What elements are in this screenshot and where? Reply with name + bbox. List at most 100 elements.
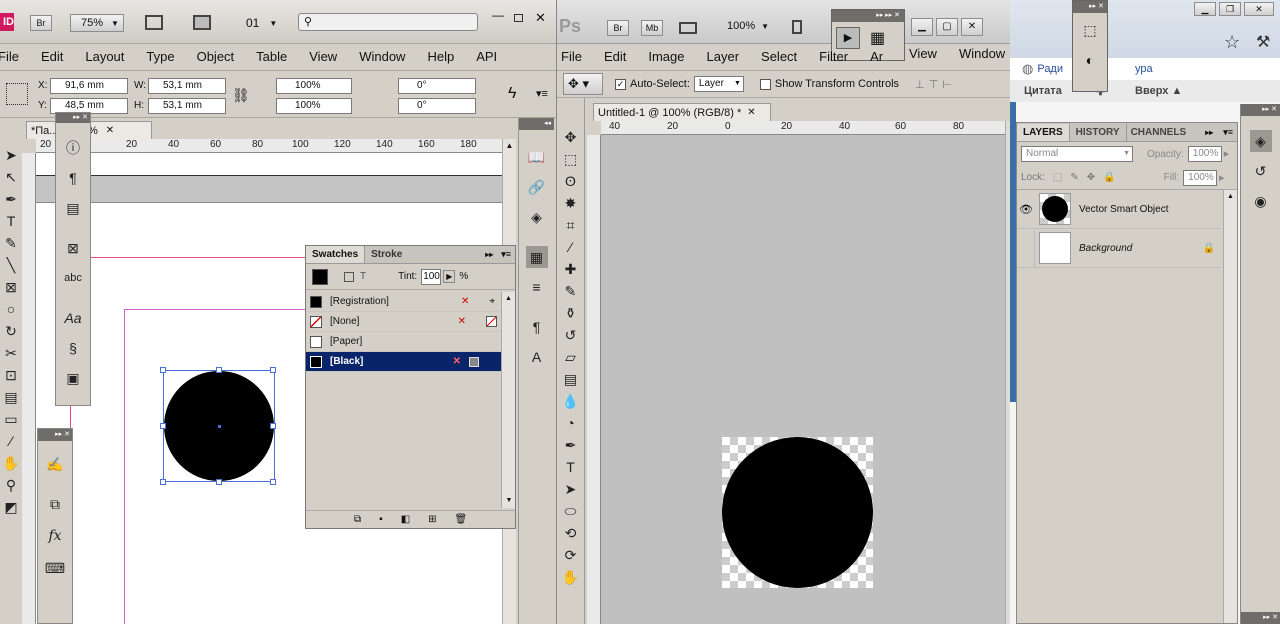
ellipse-tool-icon[interactable]: ⬭ — [560, 500, 582, 522]
line-tool-icon[interactable]: ╲ — [0, 254, 18, 276]
lock-all-icon[interactable]: 🔒 — [1103, 172, 1115, 183]
swatches-icon[interactable]: ▦ — [525, 246, 548, 268]
pen-tool-icon[interactable]: ✒ — [0, 188, 18, 210]
menu-file[interactable]: File — [0, 49, 19, 64]
spellcheck-icon[interactable]: abc — [62, 267, 84, 289]
menu-type[interactable]: Type — [146, 49, 174, 64]
effects-icon[interactable]: § — [62, 337, 84, 359]
layer-row[interactable]: 👁 Vector Smart Object — [1017, 190, 1221, 229]
panel-strip-header[interactable]: ▸▸ ✕ — [38, 429, 72, 441]
panel-strip-footer[interactable]: ▸▸ ✕ — [1241, 612, 1280, 624]
menu-layout[interactable]: Layout — [85, 49, 124, 64]
script-icon[interactable]: ⌨ — [44, 557, 66, 579]
frame-handle[interactable] — [270, 479, 276, 485]
lasso-tool-icon[interactable]: ʘ — [560, 170, 582, 192]
tab-history[interactable]: HISTORY — [1070, 123, 1127, 141]
close-icon[interactable]: ✕ — [747, 107, 755, 118]
panel-strip-header[interactable]: ▸▸ ✕ — [56, 113, 90, 123]
tint-slider-button[interactable]: ▶ — [443, 270, 456, 283]
layers-scrollbar[interactable]: ▲ — [1223, 190, 1237, 623]
ellipse-tool-icon[interactable]: ○ — [0, 298, 18, 320]
menu-view[interactable]: View — [909, 46, 937, 61]
w-field[interactable]: 53,1 mm — [148, 78, 226, 94]
show-transform-checkbox[interactable] — [759, 78, 771, 90]
menu-view[interactable]: View — [309, 49, 337, 64]
fill-field[interactable]: 100% — [1183, 169, 1218, 186]
quick-select-tool-icon[interactable]: ✸ — [560, 192, 582, 214]
menu-image[interactable]: Image — [648, 49, 684, 64]
layers-icon[interactable]: ⧉ — [44, 493, 66, 515]
auto-select-checkbox[interactable]: ✓ — [615, 78, 626, 90]
move-tool-icon[interactable]: ✥ — [560, 126, 582, 148]
scroll-down-arrow[interactable]: ▼ — [502, 494, 516, 508]
menu-filter[interactable]: Filter — [819, 49, 848, 64]
gradient-panel-icon[interactable]: ¶ — [526, 316, 548, 338]
panel-strip-header[interactable]: ▸▸ ✕ — [1073, 1, 1107, 13]
pencil-tool-icon[interactable]: ✎ — [0, 232, 18, 254]
menu-file[interactable]: File — [561, 49, 582, 64]
links-icon[interactable]: 🔗 — [526, 176, 548, 198]
marquee-tool-icon[interactable]: ⬚ — [560, 148, 582, 170]
expand-icon[interactable]: ▸▸ — [1205, 128, 1213, 137]
page-field[interactable]: 01 ▼ — [240, 14, 286, 32]
pages-icon[interactable]: ▣ — [62, 367, 84, 389]
rotate-angle-field[interactable]: 0° — [398, 78, 476, 94]
object-styles-icon[interactable]: ✍ — [44, 453, 66, 475]
scroll-up-arrow[interactable]: ▲ — [1224, 190, 1237, 204]
menu-analysis[interactable]: Ar — [870, 49, 883, 64]
chevron-right-icon[interactable]: ▶ — [1219, 174, 1224, 182]
type-tool-icon[interactable]: T — [0, 210, 18, 232]
eraser-tool-icon[interactable]: ▱ — [560, 346, 582, 368]
info-icon[interactable]: ⓘ — [62, 137, 84, 159]
visibility-toggle[interactable] — [1017, 228, 1035, 268]
layer-row[interactable]: Background 🔒 — [1017, 228, 1221, 268]
zoom-dropdown[interactable]: 75% ▼ — [70, 14, 124, 32]
fx-icon[interactable]: fx — [44, 525, 66, 547]
scroll-up-arrow[interactable]: ▲ — [502, 292, 515, 306]
swatch-row-selected[interactable]: [Black] ✕ — [306, 352, 501, 372]
type-tool-icon[interactable]: T — [560, 456, 582, 478]
lock-transparent-icon[interactable]: ⬚ — [1053, 172, 1062, 183]
shear-angle-field[interactable]: 0° — [398, 98, 476, 114]
menu-help[interactable]: Help — [427, 49, 454, 64]
lock-position-icon[interactable]: ✥ — [1087, 172, 1095, 183]
h-field[interactable]: 53,1 mm — [148, 98, 226, 114]
auto-select-dropdown[interactable]: Layer ▼ — [693, 76, 744, 92]
reference-point-icon[interactable] — [6, 83, 28, 105]
lightning-icon[interactable]: ϟ — [508, 85, 516, 103]
close-icon[interactable]: ✕ — [535, 10, 546, 26]
blend-mode-dropdown[interactable]: Normal ▼ — [1021, 146, 1133, 162]
bridge-button[interactable]: Br — [607, 20, 629, 36]
ps-document-canvas[interactable] — [722, 437, 873, 588]
circle-frame[interactable] — [160, 367, 276, 485]
tab-stroke[interactable]: Stroke — [365, 246, 408, 263]
frame-icon[interactable]: ⊠ — [62, 237, 84, 259]
tab-swatches[interactable]: Swatches — [306, 246, 366, 263]
menu-edit[interactable]: Edit — [604, 49, 626, 64]
minimize-button[interactable]: — — [492, 8, 504, 22]
history-brush-icon[interactable]: ↺ — [560, 324, 582, 346]
eyedropper-tool-icon[interactable]: ⁄ — [0, 430, 18, 452]
swatch-row[interactable]: [Paper] — [306, 332, 501, 352]
gradient-tool-icon[interactable]: ▤ — [0, 386, 18, 408]
gradient-tool-icon[interactable]: ▤ — [560, 368, 582, 390]
minimize-button[interactable]: ▁ — [911, 18, 933, 36]
stamp-tool-icon[interactable]: ⚱ — [560, 302, 582, 324]
3d-orbit-tool-icon[interactable]: ⟳ — [560, 544, 582, 566]
up-button[interactable]: Вверх ▲ — [1135, 85, 1182, 97]
character-styles-icon[interactable]: Aa — [62, 307, 84, 329]
menu-object[interactable]: Object — [197, 49, 235, 64]
adjustments-icon[interactable]: ◐ — [1073, 53, 1107, 67]
transform-icon[interactable]: ⬚ — [1073, 23, 1107, 37]
frame-tool-icon[interactable]: ⊠ — [0, 276, 18, 298]
history-icon[interactable]: ↺ — [1250, 160, 1272, 182]
view-options-icon[interactable] — [145, 15, 163, 30]
tint-field[interactable]: 100 — [421, 268, 442, 285]
frame-handle[interactable] — [270, 423, 276, 429]
minimize-button[interactable]: ▁ — [1194, 2, 1216, 16]
quote-button[interactable]: Цитата — [1024, 85, 1062, 97]
scale-y-field[interactable]: 100% — [276, 98, 352, 114]
bridge-button[interactable]: Br — [30, 15, 52, 31]
maximize-button[interactable] — [514, 14, 523, 22]
menu-window[interactable]: Window — [359, 49, 405, 64]
